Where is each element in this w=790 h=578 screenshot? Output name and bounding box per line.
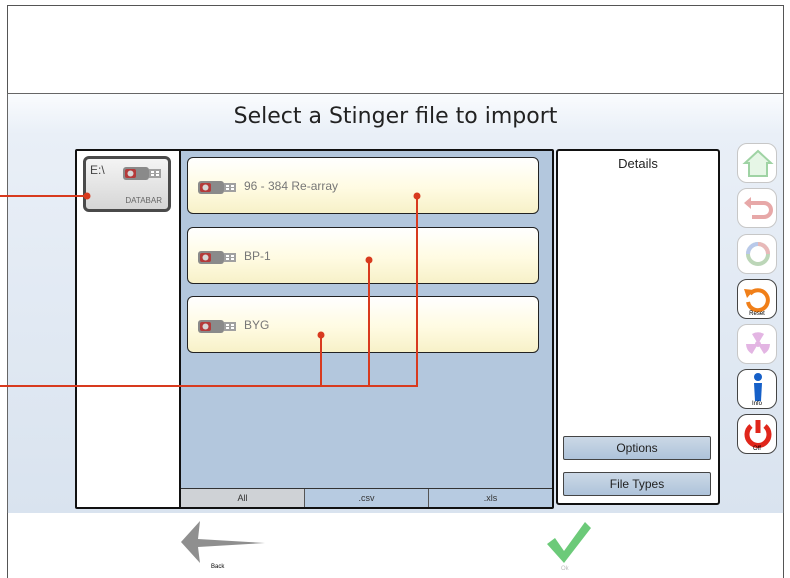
file-label: 96 - 384 Re-array [244,179,339,193]
usb-drive-icon [198,181,236,194]
info-button[interactable]: Info [737,369,777,409]
back-label: Back [211,564,225,570]
undo-button[interactable] [737,188,777,228]
refresh-button[interactable] [737,234,777,274]
options-button[interactable]: Options [563,436,711,460]
file-item-byg[interactable]: BYG [187,296,539,353]
details-panel: Details Options File Types [556,149,720,505]
refresh-icon [746,242,770,266]
back-button[interactable]: Back [173,519,268,574]
page-title: Select a Stinger file to import [233,104,558,129]
usb-drive-icon [198,320,236,333]
home-button[interactable] [737,143,777,183]
drive-name: DATABAR [125,196,162,205]
tab-csv[interactable]: .csv [304,489,428,507]
checkmark-icon [547,522,591,563]
details-title: Details [618,156,658,171]
tab-xls[interactable]: .xls [428,489,552,507]
off-label: Off [753,446,761,452]
tab-all[interactable]: All [181,489,304,507]
ok-label: Ok [561,566,569,572]
file-browser: E:\ DATABAR 96 - 384 Re-array BP-1 BYG A… [75,149,554,509]
home-icon [742,149,774,177]
file-label: BP-1 [244,249,271,263]
drive-letter: E:\ [90,163,105,177]
drive-list: E:\ DATABAR [77,151,181,507]
undo-icon [744,197,773,219]
reset-label: Reset [749,311,765,317]
usb-drive-icon [198,251,236,264]
back-arrow-icon [181,521,265,563]
filter-tabs: All .csv .xls [181,488,552,507]
drive-tile-e[interactable]: E:\ DATABAR [83,156,171,212]
radiation-icon [746,332,770,354]
file-label: BYG [244,318,270,332]
main-panel: Select a Stinger file to import E:\ DATA… [7,93,784,514]
file-item-bp-1[interactable]: BP-1 [187,227,539,284]
file-types-button[interactable]: File Types [563,472,711,496]
radiation-button[interactable] [737,324,777,364]
off-button[interactable]: Off [737,414,777,454]
bottom-bar: Back Ok [7,513,784,578]
ok-button[interactable]: Ok [543,518,593,576]
file-list: 96 - 384 Re-array BP-1 BYG [181,151,552,489]
usb-drive-icon [123,167,161,180]
file-item-96-384-re-array[interactable]: 96 - 384 Re-array [187,157,539,214]
top-bar [7,5,784,94]
info-label: Info [751,401,762,407]
reset-button[interactable]: Reset [737,279,777,319]
